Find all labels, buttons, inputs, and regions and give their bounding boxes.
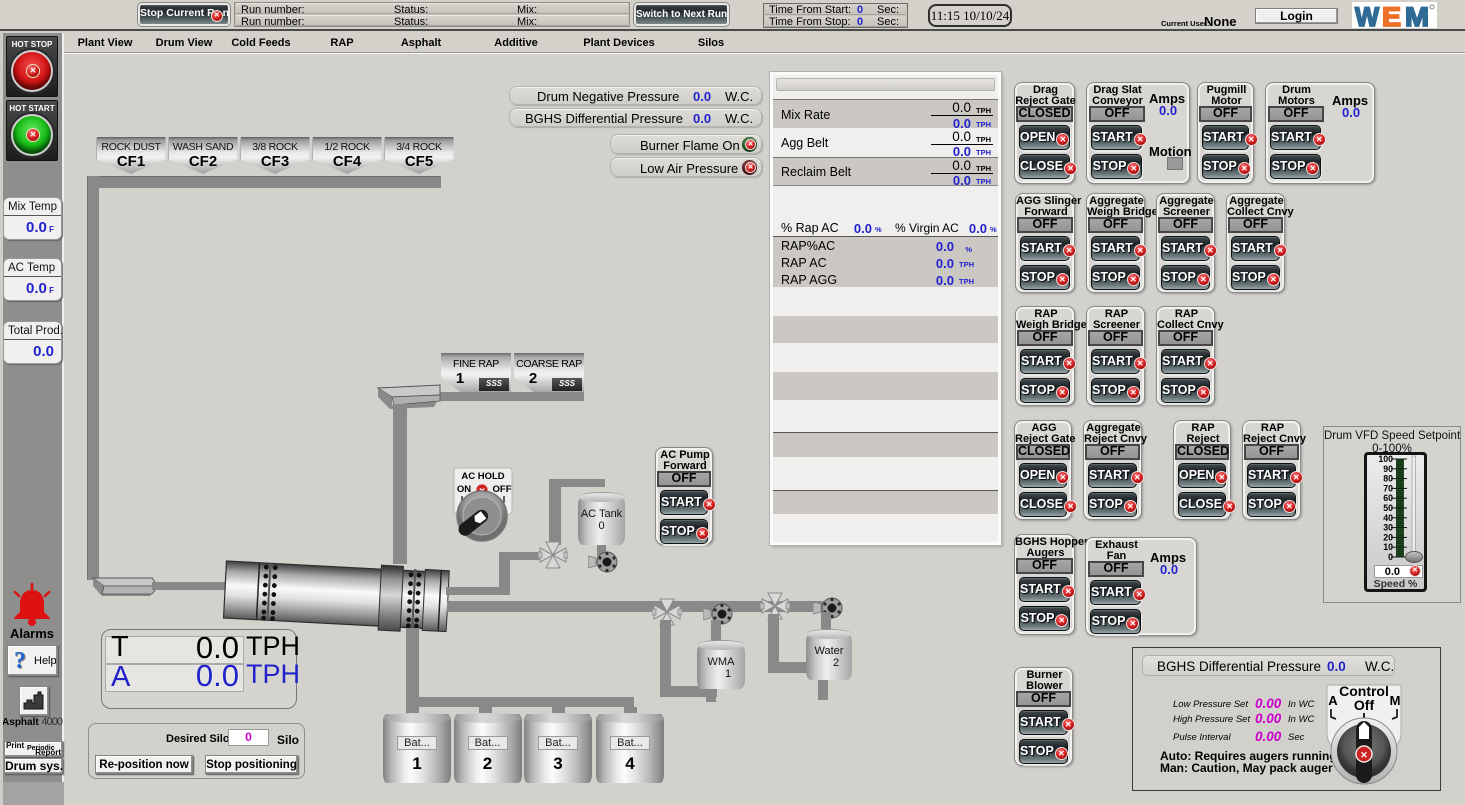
svg-text:M: M <box>1390 693 1401 708</box>
svg-text:Off: Off <box>1354 697 1375 713</box>
svg-text:A: A <box>1328 693 1338 708</box>
svg-text:AC HOLD: AC HOLD <box>461 471 504 482</box>
svg-text:100: 100 <box>1378 455 1393 464</box>
svg-text:OFF: OFF <box>493 484 512 495</box>
svg-text:✕: ✕ <box>1360 750 1368 760</box>
svg-text:70: 70 <box>1383 483 1393 493</box>
svg-text:90: 90 <box>1383 464 1393 474</box>
svg-text:E: E <box>1382 2 1401 28</box>
svg-text:ON: ON <box>457 484 471 495</box>
svg-text:20: 20 <box>1383 532 1393 542</box>
svg-text:M: M <box>1405 2 1429 28</box>
svg-text:0: 0 <box>1388 552 1393 562</box>
svg-text:60: 60 <box>1383 493 1393 503</box>
svg-text:W: W <box>1355 2 1379 28</box>
svg-text:40: 40 <box>1383 513 1393 523</box>
svg-text:50: 50 <box>1383 503 1393 513</box>
svg-text:10: 10 <box>1383 542 1393 552</box>
svg-text:80: 80 <box>1383 474 1393 484</box>
svg-text:30: 30 <box>1383 523 1393 533</box>
